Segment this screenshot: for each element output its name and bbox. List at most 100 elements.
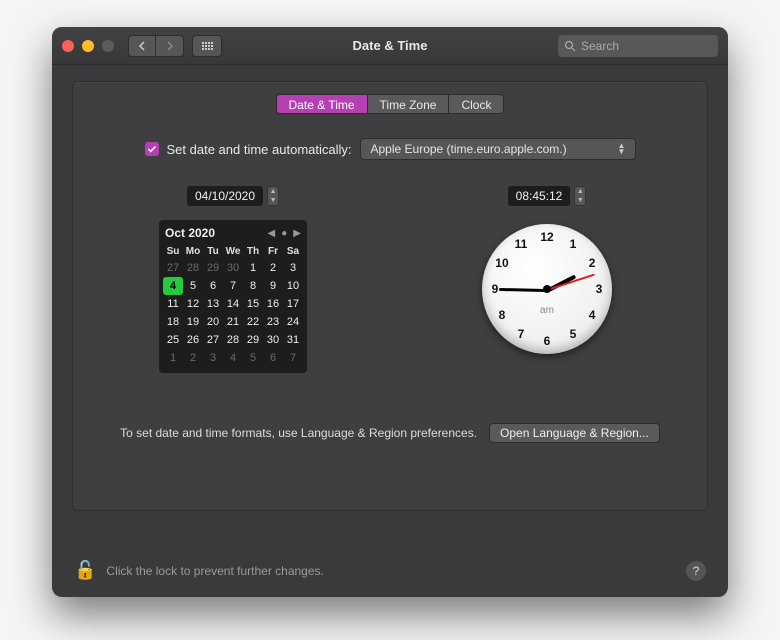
calendar-next-icon[interactable]: ▶ xyxy=(293,228,301,239)
calendar-day[interactable]: 25 xyxy=(163,331,183,349)
clock-number: 6 xyxy=(544,334,551,348)
lock-row: 🔓 Click the lock to prevent further chan… xyxy=(74,560,706,581)
calendar-day[interactable]: 28 xyxy=(223,331,243,349)
grid-icon xyxy=(202,42,213,50)
calendar-day[interactable]: 3 xyxy=(203,349,223,367)
calendar-day[interactable]: 6 xyxy=(203,277,223,295)
panel-footer: To set date and time formats, use Langua… xyxy=(91,423,689,443)
clock-number: 7 xyxy=(518,327,525,341)
window-controls xyxy=(62,40,114,52)
chevron-left-icon xyxy=(138,41,146,51)
calendar-day[interactable]: 27 xyxy=(163,259,183,277)
calendar-grid: SuMoTuWeThFrSa27282930123456789101112131… xyxy=(163,244,303,367)
clock-number: 2 xyxy=(589,256,596,270)
calendar[interactable]: Oct 2020 ◀ ● ▶ SuMoTuWeThFrSa27282930123… xyxy=(159,220,307,373)
help-button[interactable]: ? xyxy=(686,561,706,581)
calendar-day[interactable]: 23 xyxy=(263,313,283,331)
lock-hint-label: Click the lock to prevent further change… xyxy=(106,564,323,578)
check-icon xyxy=(147,144,157,154)
minimize-icon[interactable] xyxy=(82,40,94,52)
auto-checkbox[interactable] xyxy=(145,142,159,156)
calendar-today-icon[interactable]: ● xyxy=(281,228,287,239)
calendar-day[interactable]: 28 xyxy=(183,259,203,277)
stepper-down-icon: ▼ xyxy=(268,196,278,205)
calendar-day[interactable]: 11 xyxy=(163,295,183,313)
search-field[interactable] xyxy=(558,35,718,57)
calendar-dow: Fr xyxy=(263,244,283,259)
close-icon[interactable] xyxy=(62,40,74,52)
calendar-day[interactable]: 15 xyxy=(243,295,263,313)
calendar-day[interactable]: 7 xyxy=(223,277,243,295)
calendar-day[interactable]: 8 xyxy=(243,277,263,295)
open-language-region-button[interactable]: Open Language & Region... xyxy=(489,423,660,443)
stepper-down-icon: ▼ xyxy=(575,196,585,205)
calendar-day[interactable]: 5 xyxy=(243,349,263,367)
calendar-day[interactable]: 10 xyxy=(283,277,303,295)
back-button[interactable] xyxy=(128,35,156,57)
calendar-day[interactable]: 1 xyxy=(163,349,183,367)
calendar-day[interactable]: 29 xyxy=(243,331,263,349)
unlock-icon[interactable]: 🔓 xyxy=(74,560,96,581)
show-all-button[interactable] xyxy=(192,35,222,57)
calendar-day[interactable]: 16 xyxy=(263,295,283,313)
time-server-select[interactable]: Apple Europe (time.euro.apple.com.) ▲▼ xyxy=(360,138,636,160)
calendar-day[interactable]: 13 xyxy=(203,295,223,313)
analog-clock: am 121234567891011 xyxy=(482,224,612,354)
calendar-dow: Mo xyxy=(183,244,203,259)
calendar-day[interactable]: 9 xyxy=(263,277,283,295)
search-icon xyxy=(564,40,576,52)
tab-clock[interactable]: Clock xyxy=(449,94,504,114)
calendar-day[interactable]: 2 xyxy=(183,349,203,367)
minute-hand xyxy=(499,288,547,292)
calendar-day[interactable]: 2 xyxy=(263,259,283,277)
clock-number: 9 xyxy=(492,282,499,296)
time-field-wrap: 08:45:12 ▲ ▼ xyxy=(508,186,587,206)
calendar-day[interactable]: 29 xyxy=(203,259,223,277)
calendar-day[interactable]: 31 xyxy=(283,331,303,349)
calendar-day[interactable]: 17 xyxy=(283,295,303,313)
time-field[interactable]: 08:45:12 xyxy=(508,186,571,206)
calendar-day[interactable]: 27 xyxy=(203,331,223,349)
date-stepper[interactable]: ▲ ▼ xyxy=(267,186,279,206)
calendar-day[interactable]: 6 xyxy=(263,349,283,367)
calendar-day[interactable]: 26 xyxy=(183,331,203,349)
clock-number: 12 xyxy=(540,230,553,244)
calendar-day[interactable]: 4 xyxy=(163,277,183,295)
clock-number: 8 xyxy=(499,308,506,322)
time-stepper[interactable]: ▲ ▼ xyxy=(574,186,586,206)
tab-time-zone[interactable]: Time Zone xyxy=(368,94,450,114)
calendar-day[interactable]: 30 xyxy=(263,331,283,349)
clock-ampm: am xyxy=(540,305,554,316)
calendar-dow: Su xyxy=(163,244,183,259)
calendar-dow: Sa xyxy=(283,244,303,259)
calendar-day[interactable]: 1 xyxy=(243,259,263,277)
search-input[interactable] xyxy=(581,39,712,53)
calendar-day[interactable]: 30 xyxy=(223,259,243,277)
zoom-icon xyxy=(102,40,114,52)
date-field-wrap: 04/10/2020 ▲ ▼ xyxy=(187,186,279,206)
calendar-day[interactable]: 12 xyxy=(183,295,203,313)
clock-number: 11 xyxy=(515,237,528,251)
calendar-day[interactable]: 19 xyxy=(183,313,203,331)
calendar-prev-icon[interactable]: ◀ xyxy=(268,228,276,239)
clock-pivot xyxy=(543,285,551,293)
clock-number: 3 xyxy=(596,282,603,296)
calendar-day[interactable]: 5 xyxy=(183,277,203,295)
calendar-day[interactable]: 3 xyxy=(283,259,303,277)
calendar-day[interactable]: 7 xyxy=(283,349,303,367)
auto-label: Set date and time automatically: xyxy=(167,142,352,157)
calendar-day[interactable]: 21 xyxy=(223,313,243,331)
calendar-day[interactable]: 24 xyxy=(283,313,303,331)
chevron-up-down-icon: ▲▼ xyxy=(615,143,629,155)
date-field[interactable]: 04/10/2020 xyxy=(187,186,263,206)
forward-button[interactable] xyxy=(156,35,184,57)
calendar-day[interactable]: 22 xyxy=(243,313,263,331)
date-column: 04/10/2020 ▲ ▼ Oct 2020 ◀ ● ▶ xyxy=(91,186,375,373)
calendar-dow: Th xyxy=(243,244,263,259)
calendar-day[interactable]: 18 xyxy=(163,313,183,331)
calendar-day[interactable]: 4 xyxy=(223,349,243,367)
time-column: 08:45:12 ▲ ▼ am 121234567891011 xyxy=(405,186,689,373)
tab-date-and-time[interactable]: Date & Time xyxy=(276,94,368,114)
calendar-day[interactable]: 20 xyxy=(203,313,223,331)
calendar-day[interactable]: 14 xyxy=(223,295,243,313)
